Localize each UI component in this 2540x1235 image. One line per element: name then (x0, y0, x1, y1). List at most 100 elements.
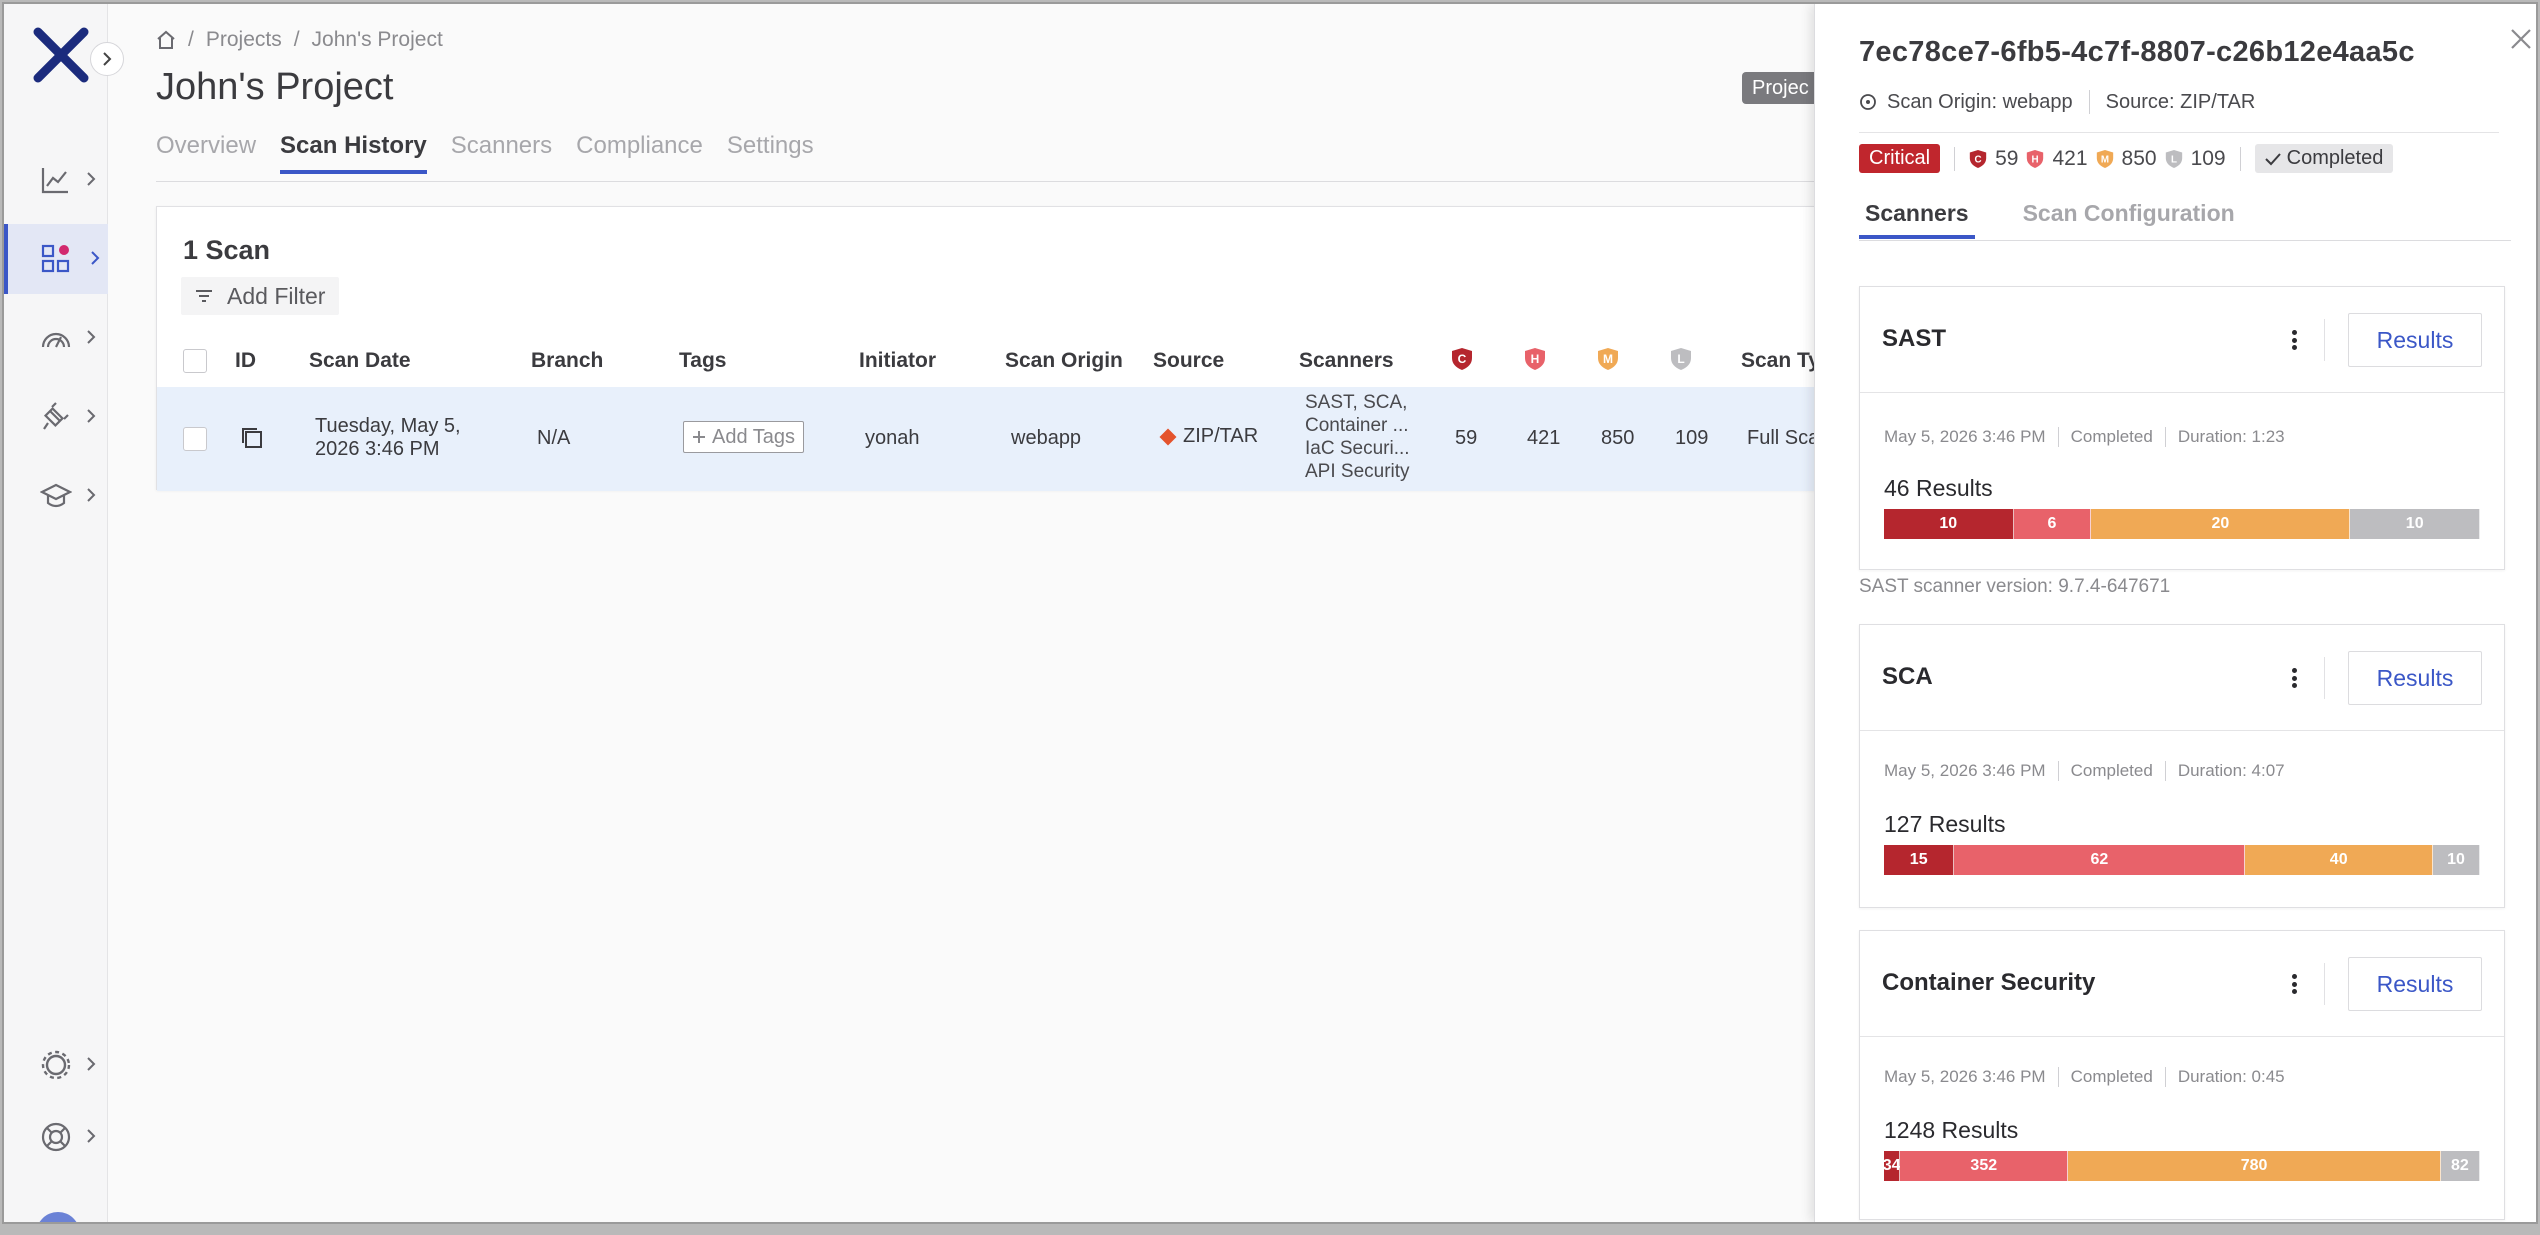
scan-id-title: 7ec78ce7-6fb5-4c7f-8807-c26b12e4aa5c (1859, 36, 2415, 68)
severity-segment-low: 10 (2433, 845, 2480, 875)
severity-bar: 34 352 780 82 (1883, 1151, 2480, 1181)
tab-overview[interactable]: Overview (156, 132, 256, 174)
severity-bar: 10 6 20 10 (1884, 509, 2480, 539)
scan-source: Source: ZIP/TAR (2105, 90, 2256, 113)
avatar[interactable] (36, 1212, 80, 1222)
close-panel-button[interactable] (2510, 24, 2532, 58)
col-critical[interactable]: C (1451, 347, 1473, 371)
nav-analytics[interactable] (4, 145, 108, 215)
app-logo[interactable] (32, 26, 90, 84)
severity-segment-critical: 10 (1884, 509, 2014, 539)
gear-icon (41, 1050, 71, 1080)
nav-projects[interactable] (4, 224, 108, 294)
chevron-right-icon (87, 488, 96, 502)
row-source: ZIP/TAR (1159, 425, 1258, 448)
chevron-right-icon (91, 251, 100, 265)
col-medium[interactable]: M (1597, 347, 1619, 371)
col-high[interactable]: H (1524, 347, 1546, 371)
col-id[interactable]: ID (235, 349, 256, 373)
col-scan-date[interactable]: Scan Date (309, 349, 411, 373)
breadcrumb-projects[interactable]: Projects (206, 28, 282, 52)
chevron-right-icon (87, 1057, 96, 1071)
project-badge: Projec (1742, 72, 1819, 104)
scanner-card-sast: SAST Results May 5, 2026 3:46 PM Complet… (1859, 286, 2505, 570)
nav-help[interactable] (4, 1102, 108, 1172)
filter-icon (196, 290, 212, 302)
col-source[interactable]: Source (1153, 349, 1224, 373)
svg-text:H: H (1531, 352, 1540, 366)
scanner-meta: May 5, 2026 3:46 PM Completed Duration: … (1884, 427, 2285, 447)
scans-table-card: 1 Scan Add Filter ID Scan Date Branch Ta… (156, 206, 1956, 491)
breadcrumb: / Projects / John's Project (156, 28, 443, 52)
row-scan-type: Full Sca (1747, 427, 1820, 449)
chevron-right-icon (87, 1129, 96, 1143)
scanner-meta: May 5, 2026 3:46 PM Completed Duration: … (1884, 761, 2285, 781)
nav-settings[interactable] (4, 1030, 108, 1100)
severity-segment-medium: 40 (2245, 845, 2434, 875)
add-tags-button[interactable]: Add Tags (683, 421, 805, 453)
more-options-icon[interactable] (2284, 665, 2304, 691)
tab-compliance[interactable]: Compliance (576, 132, 703, 174)
chart-line-icon (41, 168, 68, 194)
copy-id-button[interactable] (239, 425, 265, 451)
row-medium-count: 850 (1601, 427, 1635, 449)
page-title: John's Project (156, 66, 394, 108)
svg-text:H: H (2032, 154, 2039, 165)
col-scan-type[interactable]: Scan Ty (1741, 349, 1820, 373)
svg-text:L: L (2171, 154, 2177, 165)
plus-icon (693, 431, 705, 443)
scanner-card-sca: SCA Results May 5, 2026 3:46 PM Complete… (1859, 624, 2505, 908)
col-branch[interactable]: Branch (531, 349, 603, 373)
col-low[interactable]: L (1670, 347, 1692, 371)
svg-text:C: C (1458, 352, 1467, 366)
lifebuoy-icon (41, 1122, 71, 1152)
row-branch: N/A (537, 427, 571, 449)
scanner-name: SCA (1882, 663, 1933, 690)
nav-applications[interactable] (4, 382, 108, 452)
row-scanners: SAST, SCA, Container ... IaC Securi... A… (1305, 392, 1410, 482)
svg-text:M: M (2100, 154, 2108, 165)
tab-scan-configuration[interactable]: Scan Configuration (2017, 200, 2241, 239)
status-badge: Completed (2254, 144, 2394, 173)
add-filter-button[interactable]: Add Filter (181, 277, 340, 315)
scanner-name: SAST (1882, 325, 1947, 352)
critical-count: 59 (1995, 146, 2019, 170)
svg-text:M: M (1603, 352, 1613, 366)
row-critical-count: 59 (1455, 427, 1478, 449)
tab-scanners[interactable]: Scanners (451, 132, 552, 174)
medium-count: 850 (2121, 146, 2157, 170)
more-options-icon[interactable] (2284, 971, 2304, 997)
tabs-divider (156, 181, 1956, 182)
high-shield-icon: H (1525, 348, 1545, 370)
panel-tabs: Scanners Scan Configuration (1859, 200, 2241, 239)
rail-expand-button[interactable] (90, 42, 124, 76)
col-initiator[interactable]: Initiator (859, 349, 936, 373)
results-button[interactable]: Results (2348, 651, 2482, 705)
more-options-icon[interactable] (2284, 327, 2304, 353)
critical-shield-icon: C (1452, 348, 1472, 370)
plug-icon (43, 402, 69, 430)
critical-shield-icon: C (1969, 149, 1987, 168)
select-all-checkbox[interactable] (183, 349, 207, 373)
table-row[interactable]: Tuesday, May 5, 2026 3:46 PM N/A Add Tag… (157, 387, 1955, 491)
severity-segment-low: 10 (2350, 509, 2480, 539)
low-shield-icon: L (1671, 348, 1691, 370)
nav-dashboards[interactable] (4, 303, 108, 373)
col-scanners[interactable]: Scanners (1299, 349, 1394, 373)
results-button[interactable]: Results (2348, 313, 2482, 367)
col-tags[interactable]: Tags (679, 349, 726, 373)
tab-settings[interactable]: Settings (727, 132, 814, 174)
col-scan-origin[interactable]: Scan Origin (1005, 349, 1123, 373)
severity-segment-critical: 34 (1883, 1151, 1901, 1181)
row-checkbox[interactable] (183, 427, 207, 451)
row-scan-date: Tuesday, May 5, 2026 3:46 PM (315, 415, 461, 460)
home-icon[interactable] (156, 30, 176, 50)
tab-panel-scanners[interactable]: Scanners (1859, 200, 1975, 239)
row-scan-origin: webapp (1011, 427, 1082, 449)
risk-badge: Critical (1859, 144, 1941, 173)
nav-learning[interactable] (4, 461, 108, 531)
tab-scan-history[interactable]: Scan History (280, 132, 427, 174)
results-button[interactable]: Results (2348, 957, 2482, 1011)
chevron-right-icon (87, 330, 96, 344)
scan-details-panel: 7ec78ce7-6fb5-4c7f-8807-c26b12e4aa5c Sca… (1814, 4, 2536, 1222)
